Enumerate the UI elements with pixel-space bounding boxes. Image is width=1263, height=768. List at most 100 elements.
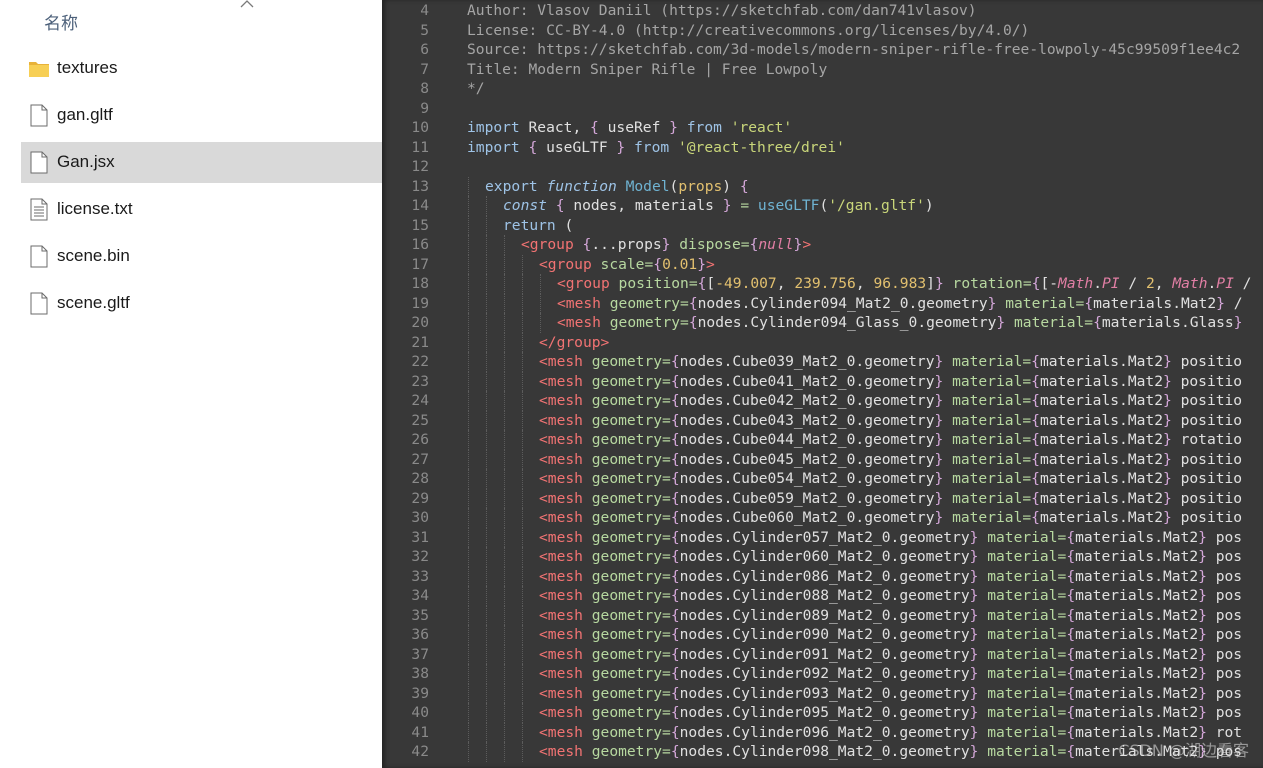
code-line[interactable]: 28 <mesh geometry={nodes.Cube054_Mat2_0.g… <box>382 469 1263 489</box>
indent-guide <box>468 352 469 372</box>
code-line[interactable]: 24 <mesh geometry={nodes.Cube042_Mat2_0.g… <box>382 391 1263 411</box>
code-line[interactable]: 8 */ <box>382 79 1263 99</box>
line-number: 31 <box>411 528 429 546</box>
code-line[interactable]: 5 License: CC-BY-4.0 (http://creativecomm… <box>382 21 1263 41</box>
indent-guide <box>504 586 505 606</box>
name-column-header[interactable]: 名称 <box>44 9 78 34</box>
code-text: <mesh geometry={nodes.Cylinder095_Mat2_0… <box>539 704 1243 721</box>
code-editor[interactable]: 4 Author: Vlasov Daniil (https://sketchfa… <box>382 0 1263 768</box>
code-line[interactable]: 33 <mesh geometry={nodes.Cylinder086_Mat2… <box>382 566 1263 586</box>
code-text: <mesh geometry={nodes.Cylinder091_Mat2_0… <box>539 645 1243 663</box>
screen: 名称 textures gan.gltf Gan.jsx license.txt… <box>0 0 1263 768</box>
indent-guide <box>468 742 469 762</box>
code-line[interactable]: 9 <box>382 99 1263 119</box>
indent-guide <box>486 235 487 255</box>
indent-guide <box>522 469 523 489</box>
code-text: <mesh geometry={nodes.Cube054_Mat2_0.geo… <box>539 470 1243 487</box>
indent-guide <box>486 605 487 625</box>
file-icon <box>30 292 48 315</box>
code-line[interactable]: 25 <mesh geometry={nodes.Cube043_Mat2_0.g… <box>382 410 1263 430</box>
code-line[interactable]: 27 <mesh geometry={nodes.Cube045_Mat2_0.g… <box>382 449 1263 469</box>
code-line[interactable]: 30 <mesh geometry={nodes.Cube060_Mat2_0.g… <box>382 508 1263 528</box>
code-line[interactable]: 14 const { nodes, materials } = useGLTF('… <box>382 196 1263 216</box>
line-number: 25 <box>411 411 429 429</box>
indent-guide <box>504 469 505 489</box>
line-number: 24 <box>411 392 429 409</box>
indent-guide <box>504 313 505 333</box>
file-item-license-txt[interactable]: license.txt <box>21 189 382 230</box>
indent-guide <box>522 527 523 547</box>
code-line[interactable]: 36 <mesh geometry={nodes.Cylinder090_Mat2… <box>382 625 1263 645</box>
code-text: <mesh geometry={nodes.Cube060_Mat2_0.geo… <box>539 509 1243 526</box>
code-line[interactable]: 7 Title: Modern Sniper Rifle | Free Lowpo… <box>382 60 1263 80</box>
line-number: 23 <box>411 372 429 390</box>
indent-guide <box>504 254 505 274</box>
indent-guide <box>468 332 469 352</box>
code-line[interactable]: 39 <mesh geometry={nodes.Cylinder093_Mat2… <box>382 683 1263 703</box>
code-line[interactable]: 17 <group scale={0.01}> <box>382 254 1263 274</box>
code-line[interactable]: 29 <mesh geometry={nodes.Cube059_Mat2_0.g… <box>382 488 1263 508</box>
file-item-scene-bin[interactable]: scene.bin <box>21 236 382 277</box>
line-number: 36 <box>411 626 429 643</box>
chevron-up-icon[interactable] <box>240 0 254 9</box>
indent-guide <box>486 410 487 430</box>
code-line[interactable]: 34 <mesh geometry={nodes.Cylinder088_Mat2… <box>382 586 1263 606</box>
line-number: 7 <box>420 60 429 78</box>
indent-guide <box>486 352 487 372</box>
indent-guide <box>504 566 505 586</box>
indent-guide <box>522 352 523 372</box>
code-line[interactable]: 10 import React, { useRef } from 'react' <box>382 118 1263 138</box>
code-line[interactable]: 18 <group position={[-49.007, 239.756, 96… <box>382 274 1263 294</box>
code-line[interactable]: 6 Source: https://sketchfab.com/3d-models… <box>382 40 1263 60</box>
file-name: license.txt <box>57 199 133 218</box>
code-line[interactable]: 26 <mesh geometry={nodes.Cube044_Mat2_0.g… <box>382 430 1263 450</box>
code-text: <mesh geometry={nodes.Cylinder094_Glass_… <box>557 314 1243 331</box>
line-number: 41 <box>411 723 429 741</box>
code-line[interactable]: 35 <mesh geometry={nodes.Cylinder089_Mat2… <box>382 605 1263 625</box>
line-number: 11 <box>411 138 429 156</box>
line-number: 28 <box>411 470 429 487</box>
indent-guide <box>468 449 469 469</box>
indent-guide <box>468 683 469 703</box>
code-text: import { useGLTF } from '@react-three/dr… <box>467 138 845 156</box>
line-number: 20 <box>411 314 429 331</box>
line-number: 14 <box>411 197 429 214</box>
code-line[interactable]: 22 <mesh geometry={nodes.Cube039_Mat2_0.g… <box>382 352 1263 372</box>
code-line[interactable]: 38 <mesh geometry={nodes.Cylinder092_Mat2… <box>382 664 1263 684</box>
line-number: 37 <box>411 645 429 663</box>
code-text: <mesh geometry={nodes.Cylinder090_Mat2_0… <box>539 626 1243 643</box>
code-line[interactable]: 15 return ( <box>382 215 1263 235</box>
code-text: <mesh geometry={nodes.Cube042_Mat2_0.geo… <box>539 392 1243 409</box>
code-text: */ <box>467 80 485 97</box>
code-line[interactable]: 32 <mesh geometry={nodes.Cylinder060_Mat2… <box>382 547 1263 567</box>
code-line[interactable]: 11 import { useGLTF } from '@react-three/… <box>382 138 1263 158</box>
indent-guide <box>468 547 469 567</box>
code-line[interactable]: 4 Author: Vlasov Daniil (https://sketchfa… <box>382 1 1263 21</box>
code-line[interactable]: 12 <box>382 157 1263 177</box>
file-item-gan-gltf[interactable]: gan.gltf <box>21 95 382 136</box>
indent-guide <box>522 703 523 723</box>
code-line[interactable]: 23 <mesh geometry={nodes.Cube041_Mat2_0.g… <box>382 371 1263 391</box>
file-item-gan-jsx[interactable]: Gan.jsx <box>21 142 382 183</box>
code-line[interactable]: 20 <mesh geometry={nodes.Cylinder094_Glas… <box>382 313 1263 333</box>
indent-guide <box>486 430 487 450</box>
code-line[interactable]: 31 <mesh geometry={nodes.Cylinder057_Mat2… <box>382 527 1263 547</box>
code-text: <group {...props} dispose={null}> <box>521 236 812 253</box>
code-line[interactable]: 40 <mesh geometry={nodes.Cylinder095_Mat2… <box>382 703 1263 723</box>
indent-guide <box>486 664 487 684</box>
indent-guide <box>522 644 523 664</box>
indent-guide <box>468 176 469 196</box>
indent-guide <box>468 488 469 508</box>
file-item-scene-gltf[interactable]: scene.gltf <box>21 283 382 324</box>
code-text: <mesh geometry={nodes.Cylinder057_Mat2_0… <box>539 528 1243 546</box>
indent-guide <box>504 235 505 255</box>
indent-guide <box>486 644 487 664</box>
code-line[interactable]: 21 </group> <box>382 332 1263 352</box>
line-number: 26 <box>411 431 429 448</box>
code-line[interactable]: 19 <mesh geometry={nodes.Cylinder094_Mat2… <box>382 293 1263 313</box>
line-number: 39 <box>411 684 429 702</box>
file-item-textures[interactable]: textures <box>21 48 382 89</box>
code-line[interactable]: 16 <group {...props} dispose={null}> <box>382 235 1263 255</box>
code-line[interactable]: 37 <mesh geometry={nodes.Cylinder091_Mat2… <box>382 644 1263 664</box>
code-line[interactable]: 13 export function Model(props) { <box>382 176 1263 196</box>
